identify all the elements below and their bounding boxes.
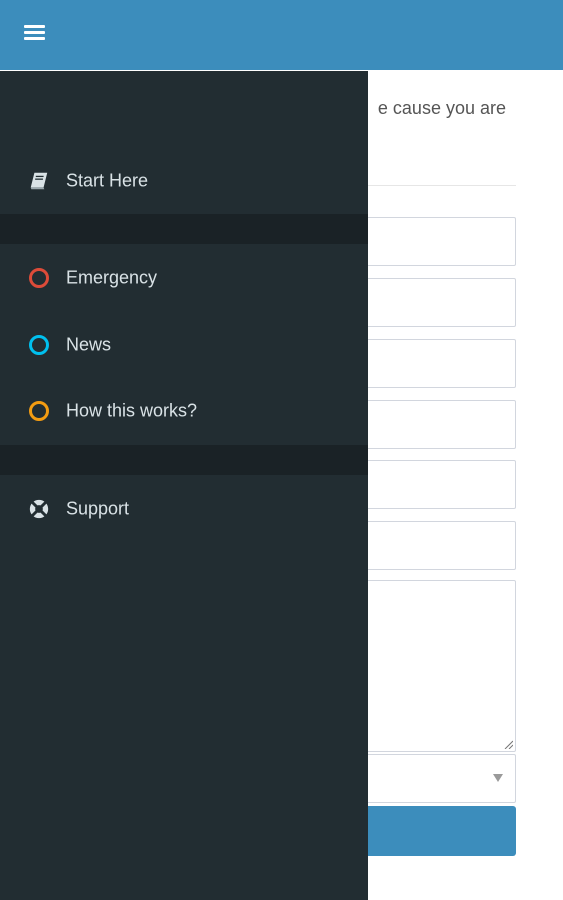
resize-handle-icon[interactable]: [503, 739, 513, 749]
nav-item-start-here[interactable]: Start Here: [0, 148, 368, 214]
top-header: [0, 0, 563, 70]
hamburger-icon[interactable]: [24, 24, 45, 42]
side-drawer: Start Here Emergency News How this works…: [0, 71, 368, 900]
nav-label-news: News: [66, 334, 112, 355]
life-ring-icon: [29, 499, 49, 519]
nav-item-how-this-works[interactable]: How this works?: [0, 378, 368, 444]
nav-item-news[interactable]: News: [0, 312, 368, 378]
nav-label-start-here: Start Here: [66, 170, 149, 191]
circle-icon: [28, 267, 50, 289]
nav-label-emergency: Emergency: [66, 267, 158, 288]
nav-label-how-this-works: How this works?: [66, 400, 198, 421]
nav-item-support[interactable]: Support: [0, 476, 368, 542]
circle-icon: [28, 400, 50, 422]
book-icon: [30, 172, 48, 190]
nav-section-divider: [0, 214, 368, 244]
circle-icon: [28, 334, 50, 356]
nav-label-support: Support: [66, 498, 130, 519]
caret-down-icon: [493, 774, 503, 782]
nav-section-divider: [0, 445, 368, 475]
nav-item-emergency[interactable]: Emergency: [0, 245, 368, 311]
